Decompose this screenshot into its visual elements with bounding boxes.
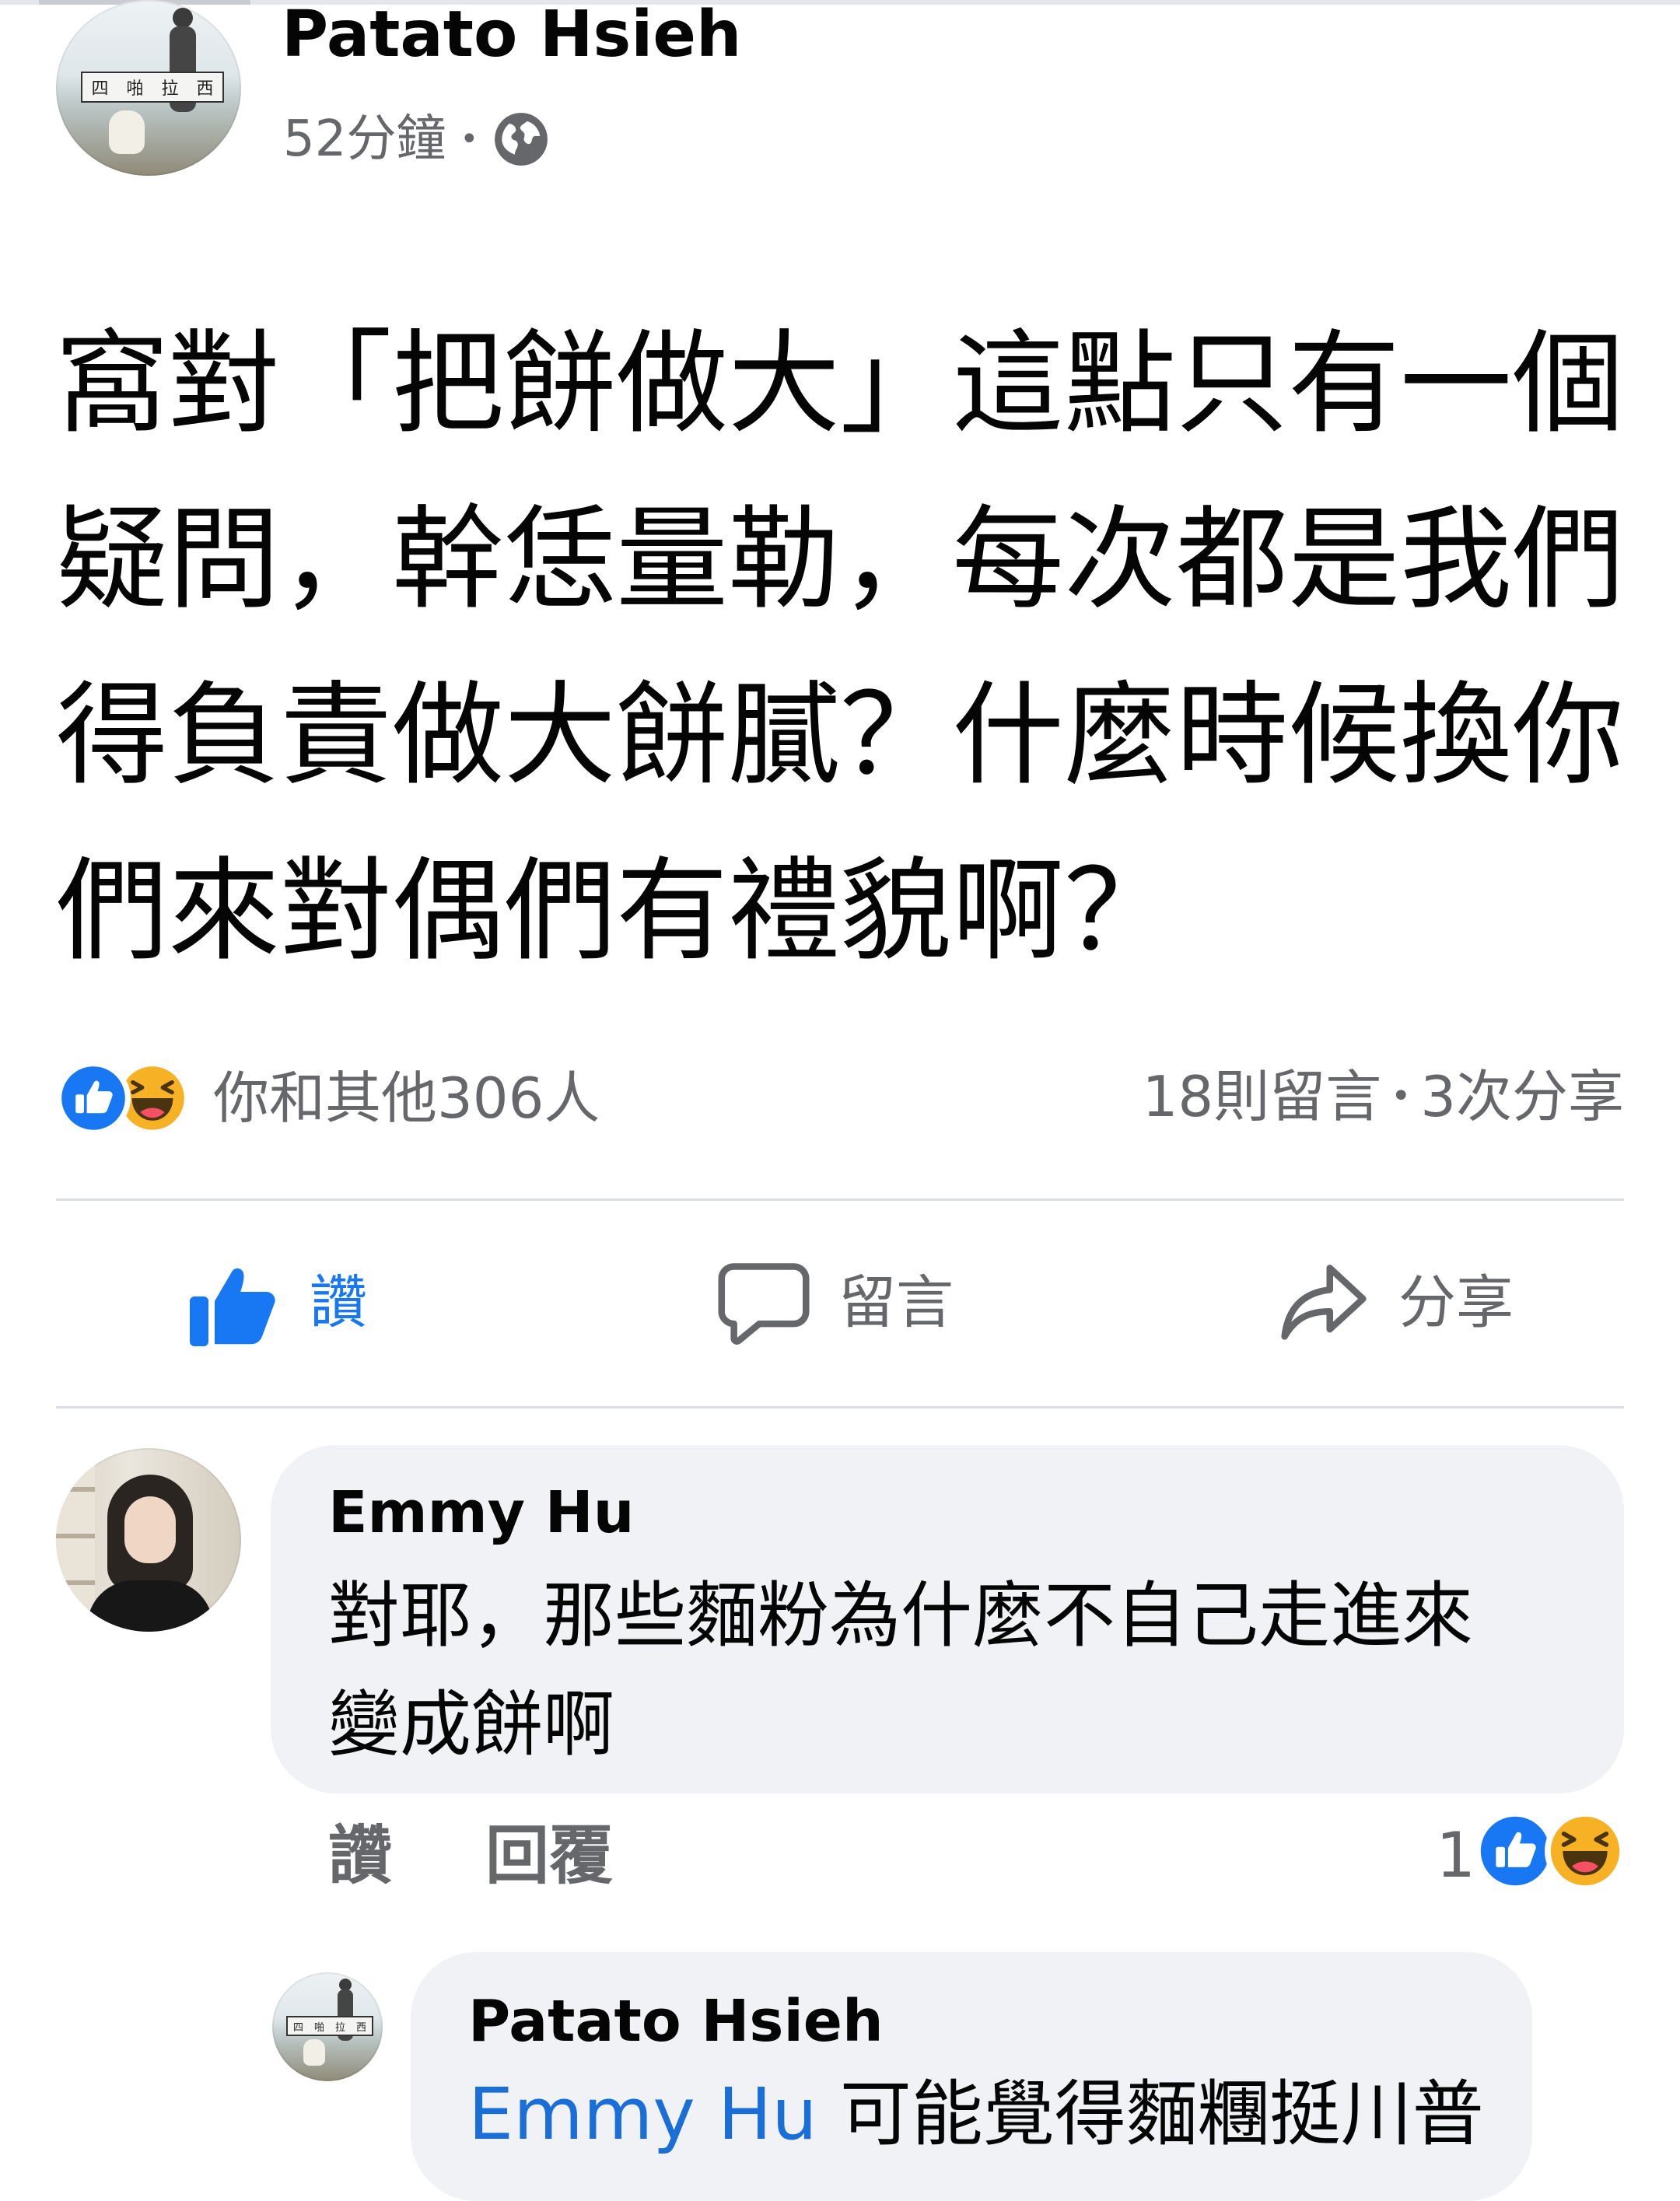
avatar-caption-char: 啪 [126,79,144,99]
avatar-caption: 四 啪 拉 西 [286,2016,373,2036]
top-divider [0,0,1680,5]
mention-link[interactable]: Emmy Hu [468,2073,817,2156]
haha-icon [1545,1811,1626,1891]
reply-bubble: Patato Hsieh Emmy Hu 可能覺得麵糰挺川普 [411,1952,1532,2201]
post-stats: 18則留言 • 3次分享 [1143,1069,1624,1125]
comment-bubble: Emmy Hu 對耶，那些麵粉為什麼不自己走進來 變成餅啊 [271,1445,1624,1793]
avatar-caption-char: 拉 [334,2021,345,2034]
meta-separator: • [460,121,479,157]
comment-reply-button[interactable]: 回覆 [485,1825,613,1888]
avatar-caption-char: 四 [292,2021,303,2034]
avatar-child [109,110,145,154]
avatar-caption-char: 西 [355,2021,366,2034]
globe-icon[interactable] [492,110,550,168]
post-meta: 52分鐘 • [283,110,550,168]
reply-body: 可能覺得麵糰挺川普 [817,2073,1484,2156]
post-author-name[interactable]: Patato Hsieh [282,3,741,67]
like-button[interactable]: 讚 [184,1252,367,1353]
comment-button-label: 留言 [838,1269,954,1336]
like-icon [56,1061,131,1135]
post-timestamp[interactable]: 52分鐘 [283,114,446,164]
avatar-body [87,1580,213,1632]
reply-author-name[interactable]: Patato Hsieh [468,1993,884,2050]
comment-button[interactable]: 留言 [716,1252,954,1353]
author-avatar[interactable]: 四 啪 拉 西 [56,0,241,176]
comment-text: 對耶，那些麵粉為什麼不自己走進來 變成餅啊 [328,1574,1474,1766]
avatar-caption-char: 拉 [161,79,179,99]
comments-count[interactable]: 18則留言 [1143,1069,1382,1125]
reactions-count[interactable]: 你和其他306人 [213,1070,600,1126]
post-text: 窩對「把餅做大」這點只有一個 疑問，幹恁量勒，每次都是我們 得負責做大餅膩？什麼… [56,318,1625,976]
avatar-caption-char: 西 [196,79,214,99]
comment-like-button[interactable]: 讚 [328,1825,392,1888]
avatar-caption-char: 啪 [313,2021,324,2034]
share-button[interactable]: 分享 [1276,1252,1514,1353]
avatar-caption: 四 啪 拉 西 [81,72,224,103]
commenter-name[interactable]: Emmy Hu [328,1484,634,1541]
divider [56,1198,1624,1201]
reply-text: Emmy Hu 可能覺得麵糰挺川普 [468,2075,1484,2154]
thumbs-up-icon [190,1268,275,1346]
shares-count[interactable]: 3次分享 [1420,1069,1624,1125]
like-icon [1475,1811,1556,1891]
reply-author-avatar[interactable]: 四 啪 拉 西 [272,1972,383,2081]
commenter-avatar[interactable] [56,1448,241,1632]
avatar-child [303,2039,325,2066]
avatar-figure [173,8,193,28]
divider [56,1406,1624,1408]
avatar-caption-char: 四 [91,79,109,99]
avatar-face [124,1496,176,1563]
avatar-bookshelf [56,1448,95,1632]
like-button-label: 讚 [310,1269,367,1336]
comment-reactions[interactable] [1475,1811,1626,1891]
share-icon [1281,1265,1367,1340]
reactions-summary[interactable]: 你和其他306人 [56,1061,600,1135]
comment-icon [718,1263,810,1345]
share-button-label: 分享 [1398,1269,1514,1336]
stats-separator: • [1391,1076,1412,1116]
